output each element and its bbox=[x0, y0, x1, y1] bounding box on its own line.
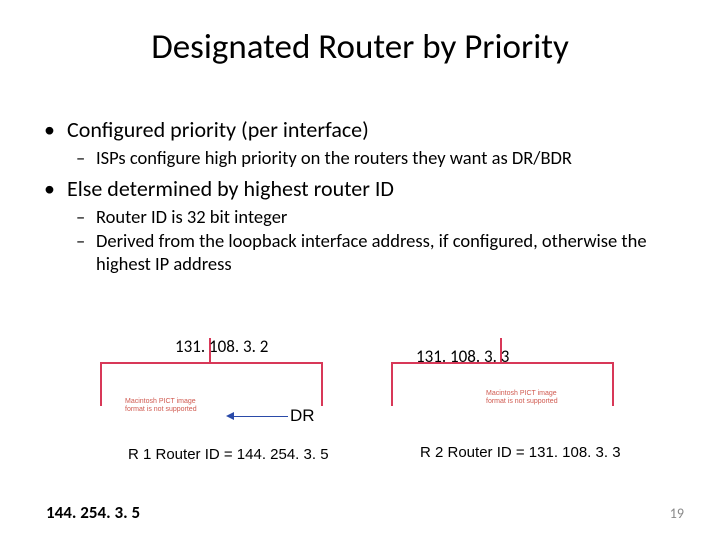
slide-number: 19 bbox=[670, 505, 684, 522]
bus-line-left-h bbox=[100, 362, 323, 364]
pict-placeholder-left: Macintosh PICT image format is not suppo… bbox=[125, 398, 199, 413]
bullet-1-text: Configured priority (per interface) bbox=[67, 116, 369, 143]
bullet-2: Else determined by highest router ID Rou… bbox=[62, 175, 680, 275]
bullet-1: Configured priority (per interface) ISPs… bbox=[62, 116, 680, 169]
bus-line-left-v1 bbox=[100, 362, 102, 406]
dr-label: DR bbox=[290, 406, 315, 426]
router-diagram: 131. 108. 3. 2 Macintosh PICT image form… bbox=[0, 330, 720, 520]
slide-title: Designated Router by Priority bbox=[40, 26, 680, 68]
router-id-right: R 2 Router ID = 131. 108. 3. 3 bbox=[420, 444, 621, 461]
ip-left: 131. 108. 3. 2 bbox=[175, 336, 268, 357]
bus-line-left-v2 bbox=[321, 362, 323, 406]
bullet-2-2: Derived from the loopback interface addr… bbox=[96, 230, 680, 274]
ip-right: 131. 108. 3. 3 bbox=[416, 346, 509, 367]
bullet-list: Configured priority (per interface) ISPs… bbox=[62, 116, 680, 275]
bullet-2-1: Router ID is 32 bit integer bbox=[96, 206, 680, 228]
bus-line-right-v1 bbox=[391, 362, 393, 406]
router-id-left: R 1 Router ID = 144. 254. 3. 5 bbox=[128, 446, 329, 463]
bullet-2-text: Else determined by highest router ID bbox=[67, 175, 394, 202]
pict-placeholder-right: Macintosh PICT image format is not suppo… bbox=[486, 390, 560, 405]
bus-line-right-v2 bbox=[612, 362, 614, 406]
bullet-1-1: ISPs configure high priority on the rout… bbox=[96, 147, 680, 169]
footer-ip: 144. 254. 3. 5 bbox=[46, 502, 140, 523]
